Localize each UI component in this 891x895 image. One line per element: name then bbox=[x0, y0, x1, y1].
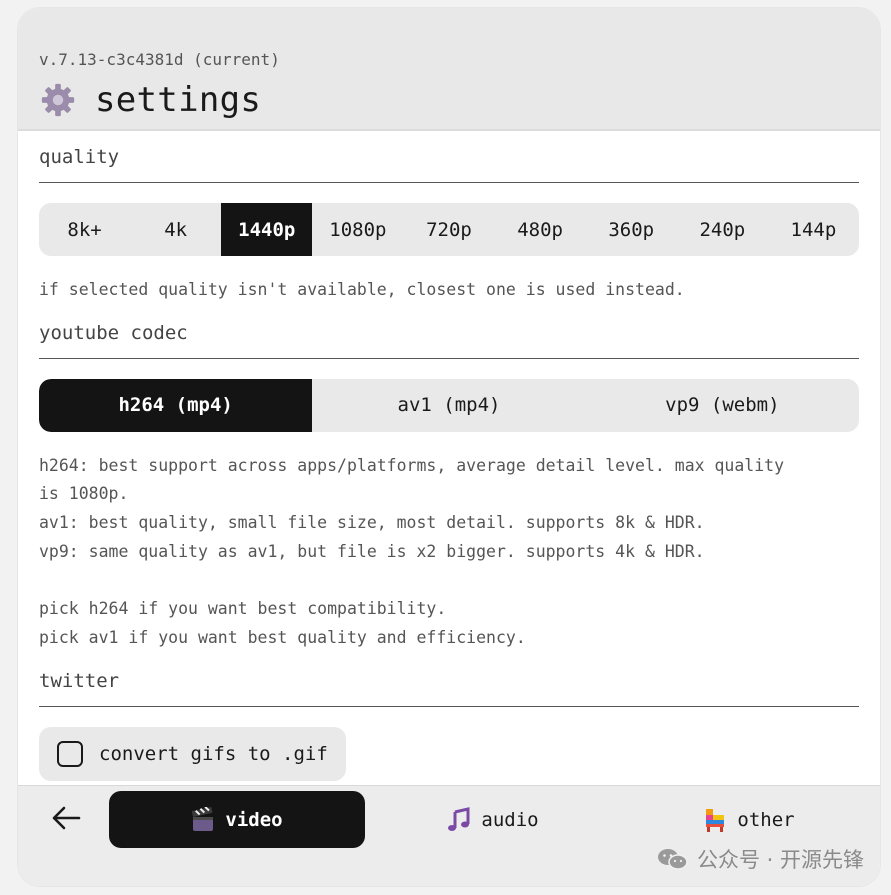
arrow-left-icon bbox=[52, 806, 81, 830]
quality-option-0[interactable]: 8k+ bbox=[39, 203, 130, 256]
bottom-nav: video audio other 公众号 · 开源先锋 bbox=[18, 785, 880, 886]
section-title-codec: youtube codec bbox=[39, 308, 859, 359]
quality-option-1[interactable]: 4k bbox=[130, 203, 221, 256]
settings-panel: v.7.13-c3c4381d (current) settings quali… bbox=[18, 8, 880, 886]
codec-description: h264: best support across apps/platforms… bbox=[39, 455, 785, 647]
watermark: 公众号 · 开源先锋 bbox=[657, 844, 864, 874]
quality-option-5[interactable]: 480p bbox=[495, 203, 586, 256]
pinata-icon bbox=[706, 808, 725, 832]
tab-audio[interactable]: audio bbox=[365, 791, 621, 848]
tab-video[interactable]: video bbox=[109, 791, 365, 848]
title-row: settings bbox=[39, 80, 261, 120]
checkbox-box[interactable] bbox=[57, 740, 83, 767]
musical-notes-icon bbox=[448, 806, 470, 831]
version-label: v.7.13-c3c4381d (current) bbox=[39, 50, 280, 69]
codec-option-1[interactable]: av1 (mp4) bbox=[312, 379, 585, 432]
quality-option-2[interactable]: 1440p bbox=[221, 203, 313, 256]
tab-other-label: other bbox=[737, 808, 795, 831]
quality-selector: 8k+ 4k 1440p 1080p 720p 480p 360p 240p 144p bbox=[39, 203, 859, 256]
settings-header: v.7.13-c3c4381d (current) settings bbox=[18, 8, 880, 131]
back-button[interactable] bbox=[46, 804, 86, 832]
settings-content: quality 8k+ 4k 1440p 1080p 720p 480p 360p 240p 1… bbox=[39, 132, 859, 781]
tab-video-label: video bbox=[225, 808, 283, 831]
watermark-text: 公众号 · 开源先锋 bbox=[696, 848, 864, 872]
section-title-quality: quality bbox=[39, 132, 859, 183]
tab-other[interactable]: other bbox=[621, 791, 877, 848]
convert-gifs-label: convert gifs to .gif bbox=[99, 742, 328, 765]
clapper-board-icon bbox=[192, 806, 214, 831]
quality-option-6[interactable]: 360p bbox=[586, 203, 677, 256]
gear-icon bbox=[41, 83, 75, 117]
quality-option-8[interactable]: 144p bbox=[768, 203, 859, 256]
codec-option-0[interactable]: h264 (mp4) bbox=[39, 378, 313, 432]
convert-gifs-checkbox[interactable]: convert gifs to .gif bbox=[39, 726, 346, 781]
section-title-twitter: twitter bbox=[39, 656, 859, 707]
quality-description: if selected quality isn't available, clo… bbox=[39, 280, 685, 299]
page-title: settings bbox=[95, 80, 262, 120]
quality-option-3[interactable]: 1080p bbox=[312, 203, 403, 256]
codec-selector: h264 (mp4) av1 (mp4) vp9 (webm) bbox=[39, 378, 859, 432]
tab-audio-label: audio bbox=[481, 808, 539, 831]
wechat-icon bbox=[657, 849, 688, 870]
quality-option-4[interactable]: 720p bbox=[403, 203, 494, 256]
quality-option-7[interactable]: 240p bbox=[677, 203, 768, 256]
codec-option-2[interactable]: vp9 (webm) bbox=[586, 379, 859, 432]
